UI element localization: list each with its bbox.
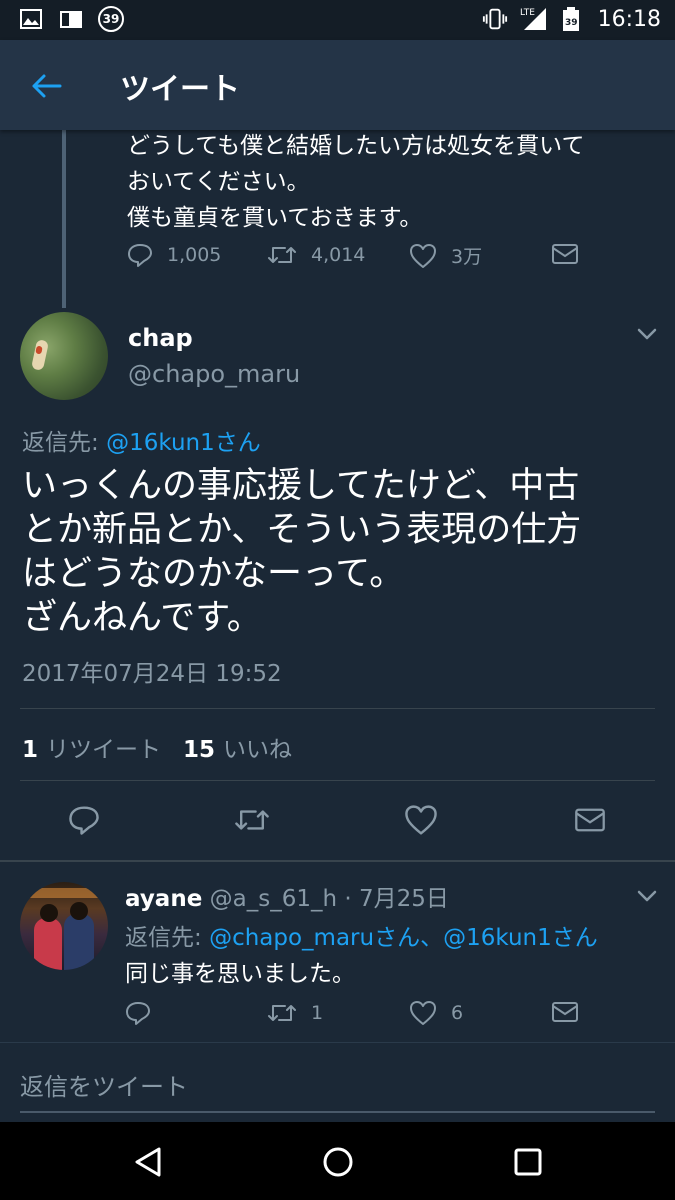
reply-header: ayane @a_s_61_h · 7月25日 bbox=[125, 879, 449, 913]
like-button[interactable]: 3万 bbox=[409, 242, 482, 269]
tweet-timestamp: 2017年07月24日 19:52 bbox=[22, 661, 282, 687]
reply-to-line: 返信先: @16kun1さん bbox=[22, 423, 261, 457]
likes-label: いいね bbox=[223, 737, 293, 763]
reply-icon bbox=[128, 244, 152, 267]
mail-icon bbox=[552, 1002, 578, 1022]
reply-avatar[interactable] bbox=[20, 882, 108, 970]
nav-home-button[interactable] bbox=[316, 1140, 360, 1184]
like-count: 3万 bbox=[451, 246, 483, 268]
reply-count: 1,005 bbox=[167, 244, 222, 266]
notification-badge: 39 bbox=[98, 6, 124, 32]
square-recents-icon bbox=[514, 1148, 542, 1176]
reply-handle-date[interactable]: @a_s_61_h · 7月25日 bbox=[210, 886, 449, 912]
user-handle[interactable]: @chapo_maru bbox=[128, 360, 300, 388]
retweet-button[interactable]: 1 bbox=[267, 1000, 323, 1026]
tweet-stats: 1 リツイート 15 いいね bbox=[22, 730, 292, 764]
heart-icon bbox=[405, 805, 437, 835]
back-arrow-icon bbox=[32, 74, 62, 98]
like-button[interactable] bbox=[404, 804, 438, 836]
reply-to-prefix: 返信先: bbox=[125, 925, 210, 951]
retweet-button[interactable]: 4,014 bbox=[267, 242, 365, 268]
avatar-lamp-shape bbox=[26, 888, 102, 898]
retweet-count: 4,014 bbox=[311, 244, 366, 266]
share-button[interactable] bbox=[574, 806, 606, 834]
share-button[interactable] bbox=[551, 242, 579, 266]
triangle-back-icon bbox=[135, 1147, 161, 1177]
avatar[interactable] bbox=[20, 312, 108, 400]
likes-stat[interactable]: 15 いいね bbox=[183, 737, 292, 763]
reply-tweet-text: 同じ事を思いました。 bbox=[125, 961, 355, 987]
signal-icon: LTE bbox=[518, 6, 548, 32]
status-bar: 39 LTE 39 16:18 bbox=[0, 0, 675, 40]
svg-text:39: 39 bbox=[565, 18, 578, 28]
retweet-count: 1 bbox=[311, 1002, 324, 1024]
reply-tweet-actions: 1 6 bbox=[125, 1000, 625, 1036]
nav-recents-button[interactable] bbox=[506, 1140, 550, 1184]
nav-back-button[interactable] bbox=[126, 1140, 170, 1184]
like-button[interactable]: 6 bbox=[409, 1000, 463, 1026]
share-button[interactable] bbox=[551, 1000, 579, 1024]
compose-bar bbox=[0, 1042, 675, 1122]
retweets-count: 1 bbox=[22, 737, 39, 763]
reply-button[interactable] bbox=[125, 1000, 151, 1026]
heart-icon bbox=[410, 243, 436, 268]
retweets-label: リツイート bbox=[46, 737, 162, 763]
avatar-head-shape bbox=[40, 904, 58, 922]
avatar-koi-shape bbox=[31, 339, 49, 371]
reply-to-link[interactable]: @16kun1さん bbox=[106, 430, 261, 456]
retweet-icon bbox=[235, 810, 269, 830]
chevron-down-icon bbox=[637, 890, 657, 902]
clock: 16:18 bbox=[597, 6, 661, 32]
retweets-stat[interactable]: 1 リツイート bbox=[22, 737, 161, 763]
reply-to-links[interactable]: @chapo_maruさん、@16kun1さん bbox=[209, 925, 598, 951]
main-tweet-actions bbox=[0, 800, 675, 844]
mail-icon bbox=[575, 808, 605, 832]
reply-reply-to-line: 返信先: @chapo_maruさん、@16kun1さん bbox=[125, 918, 598, 952]
divider bbox=[20, 780, 655, 781]
display-name[interactable]: chap bbox=[128, 324, 193, 352]
retweet-icon bbox=[268, 247, 296, 263]
reply-menu-button[interactable] bbox=[636, 888, 658, 907]
svg-text:LTE: LTE bbox=[520, 8, 535, 18]
vibrate-icon bbox=[482, 6, 508, 32]
back-button[interactable] bbox=[26, 66, 66, 106]
reply-to-prefix: 返信先: bbox=[22, 430, 107, 456]
likes-count: 15 bbox=[183, 737, 216, 763]
reply-button[interactable] bbox=[68, 804, 100, 836]
thread-line bbox=[62, 130, 66, 308]
app-header: ツイート bbox=[0, 40, 675, 130]
section-separator bbox=[0, 860, 675, 862]
divider bbox=[20, 708, 655, 709]
reply-button[interactable]: 1,005 bbox=[127, 242, 221, 268]
reply-icon bbox=[126, 1002, 150, 1025]
retweet-icon bbox=[268, 1005, 296, 1021]
circle-home-icon bbox=[323, 1147, 353, 1177]
reply-icon bbox=[69, 806, 99, 835]
reply-display-name[interactable]: ayane bbox=[125, 886, 202, 912]
retweet-button[interactable] bbox=[234, 804, 270, 836]
tweet-text: いっくんの事応援してたけど、中古 とか新品とか、そういう表現の仕方 はどうなのか… bbox=[22, 466, 582, 638]
android-nav-bar bbox=[0, 1122, 675, 1200]
previous-tweet-actions: 1,005 4,014 3万 bbox=[127, 242, 607, 278]
like-count: 6 bbox=[451, 1002, 464, 1024]
avatar-figure-shape bbox=[34, 918, 62, 970]
gallery-icon bbox=[18, 6, 44, 32]
battery-icon: 39 bbox=[558, 6, 584, 32]
avatar-head-shape bbox=[70, 902, 88, 920]
tweet-menu-button[interactable] bbox=[636, 326, 658, 345]
chevron-down-icon bbox=[637, 328, 657, 340]
page-title: ツイート bbox=[120, 72, 240, 107]
book-icon bbox=[58, 6, 84, 32]
previous-tweet-text: どうしても僕と結婚したい方は処女を貫いて おいてください。 僕も童貞を貫いておき… bbox=[127, 133, 585, 231]
heart-icon bbox=[410, 1001, 436, 1025]
avatar-figure-shape bbox=[64, 914, 94, 970]
reply-compose-input[interactable] bbox=[20, 1063, 655, 1113]
mail-icon bbox=[552, 244, 578, 264]
